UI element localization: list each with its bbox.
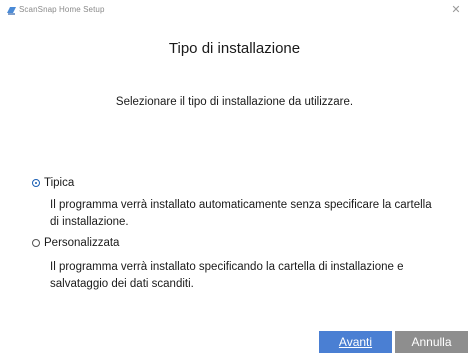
cancel-button[interactable]: Annulla <box>395 331 468 353</box>
page-title: Tipo di installazione <box>168 40 301 57</box>
radio-custom[interactable] <box>32 239 40 247</box>
scansnap-app-icon <box>7 7 16 15</box>
radio-typical[interactable] <box>32 179 40 187</box>
next-button[interactable]: Avanti <box>319 331 392 353</box>
window-title: ScanSnap Home Setup <box>19 5 105 14</box>
option-typical-description: Il programma verrà installato automatica… <box>50 199 432 228</box>
next-button-label: Avanti <box>338 335 373 349</box>
page-subtitle: Selezionare il tipo di installazione da … <box>115 96 354 108</box>
option-typical[interactable]: Tipica <box>32 177 74 189</box>
option-custom[interactable]: Personalizzata <box>32 237 119 249</box>
option-typical-label[interactable]: Tipica <box>44 177 74 189</box>
option-custom-description: Il programma verrà installato specifican… <box>50 261 404 290</box>
option-custom-label[interactable]: Personalizzata <box>44 237 119 249</box>
close-icon[interactable]: ✕ <box>449 3 463 17</box>
title-bar: ScanSnap Home Setup ✕ <box>0 0 469 22</box>
